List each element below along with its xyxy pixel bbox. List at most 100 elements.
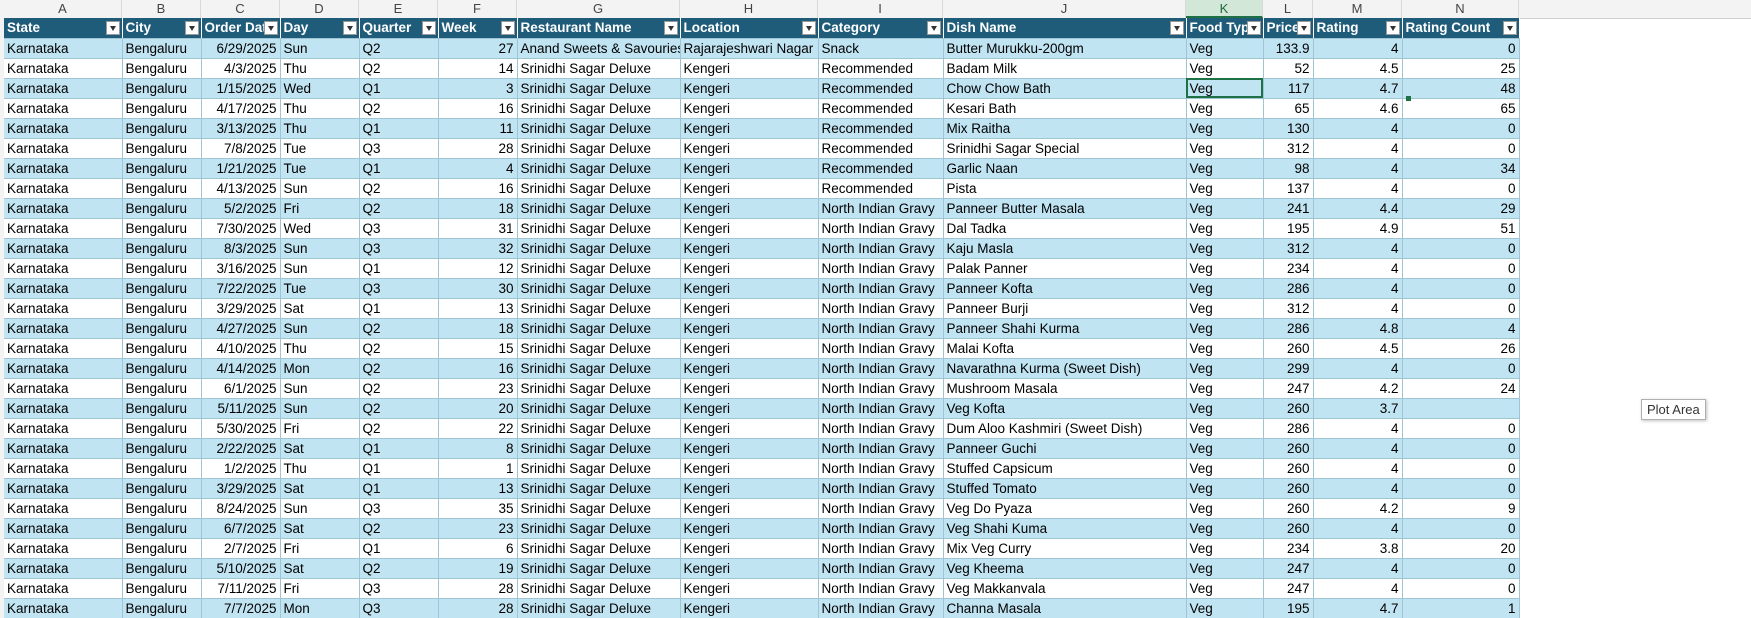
filter-dropdown-icon[interactable] xyxy=(263,21,278,35)
cell[interactable]: 7/30/2025 xyxy=(201,218,281,239)
cell[interactable]: Veg xyxy=(1186,258,1264,279)
cell[interactable]: Kengeri xyxy=(680,518,819,539)
cell[interactable]: 4 xyxy=(1313,578,1403,599)
cell[interactable]: North Indian Gravy xyxy=(818,418,944,439)
cell[interactable]: Badam Milk xyxy=(943,58,1187,79)
cell[interactable]: Bengaluru xyxy=(122,398,202,419)
cell[interactable]: 3/16/2025 xyxy=(201,258,281,279)
cell[interactable]: 4 xyxy=(1313,518,1403,539)
cell[interactable]: Q2 xyxy=(359,358,439,379)
cell[interactable]: Srinidhi Sagar Deluxe xyxy=(517,418,681,439)
header-rating[interactable]: Rating xyxy=(1313,18,1403,39)
cell[interactable]: Mix Raitha xyxy=(943,118,1187,139)
cell[interactable]: Q3 xyxy=(359,238,439,259)
cell[interactable]: Sat xyxy=(280,518,360,539)
header-week[interactable]: Week xyxy=(438,18,518,39)
cell[interactable]: 260 xyxy=(1263,338,1314,359)
column-letter-l[interactable]: L xyxy=(1263,0,1313,18)
cell[interactable]: 4.7 xyxy=(1313,78,1403,99)
cell[interactable]: 98 xyxy=(1263,158,1314,179)
cell[interactable]: Kengeri xyxy=(680,158,819,179)
cell[interactable]: 18 xyxy=(438,198,518,219)
filter-dropdown-icon[interactable] xyxy=(801,21,816,35)
cell[interactable]: 28 xyxy=(438,138,518,159)
cell[interactable]: Srinidhi Sagar Deluxe xyxy=(517,458,681,479)
cell[interactable]: 65 xyxy=(1263,98,1314,119)
cell[interactable]: Srinidhi Sagar Deluxe xyxy=(517,258,681,279)
cell[interactable]: 0 xyxy=(1402,438,1520,459)
cell[interactable]: Thu xyxy=(280,118,360,139)
cell[interactable]: 4 xyxy=(1313,178,1403,199)
cell[interactable]: Karnataka xyxy=(4,38,123,59)
cell[interactable]: 2/7/2025 xyxy=(201,538,281,559)
cell[interactable]: Bengaluru xyxy=(122,418,202,439)
cell[interactable]: Kengeri xyxy=(680,358,819,379)
cell[interactable]: Bengaluru xyxy=(122,338,202,359)
cell[interactable]: Tue xyxy=(280,158,360,179)
cell[interactable]: Veg xyxy=(1186,318,1264,339)
cell[interactable]: Kengeri xyxy=(680,58,819,79)
cell[interactable]: 0 xyxy=(1402,518,1520,539)
cell[interactable]: 8/24/2025 xyxy=(201,498,281,519)
cell[interactable]: 234 xyxy=(1263,258,1314,279)
cell[interactable]: 4.2 xyxy=(1313,378,1403,399)
filter-dropdown-icon[interactable] xyxy=(1169,21,1184,35)
cell[interactable]: Srinidhi Sagar Deluxe xyxy=(517,598,681,618)
cell[interactable]: Veg xyxy=(1186,218,1264,239)
cell[interactable]: 29 xyxy=(1402,198,1520,219)
cell[interactable]: 4 xyxy=(1313,438,1403,459)
cell[interactable]: 4.9 xyxy=(1313,218,1403,239)
cell[interactable]: Srinidhi Sagar Deluxe xyxy=(517,298,681,319)
cell[interactable]: 6/29/2025 xyxy=(201,38,281,59)
cell[interactable]: Karnataka xyxy=(4,338,123,359)
cell[interactable]: Karnataka xyxy=(4,58,123,79)
cell[interactable]: Kengeri xyxy=(680,98,819,119)
cell[interactable]: Thu xyxy=(280,98,360,119)
cell[interactable]: Stuffed Capsicum xyxy=(943,458,1187,479)
cell[interactable]: Srinidhi Sagar Deluxe xyxy=(517,58,681,79)
cell[interactable]: Dal Tadka xyxy=(943,218,1187,239)
cell[interactable]: Kengeri xyxy=(680,318,819,339)
cell[interactable]: 0 xyxy=(1402,358,1520,379)
cell[interactable]: Karnataka xyxy=(4,258,123,279)
cell[interactable]: 3 xyxy=(438,78,518,99)
cell[interactable]: 7/22/2025 xyxy=(201,278,281,299)
cell[interactable]: Veg xyxy=(1186,498,1264,519)
header-quarter[interactable]: Quarter xyxy=(359,18,439,39)
cell[interactable]: Chow Chow Bath xyxy=(943,78,1187,99)
cell[interactable]: 137 xyxy=(1263,178,1314,199)
cell[interactable]: Fri xyxy=(280,198,360,219)
cell[interactable]: 24 xyxy=(1402,378,1520,399)
column-letter-f[interactable]: F xyxy=(438,0,517,18)
cell[interactable]: Veg xyxy=(1186,598,1264,618)
cell[interactable]: Kengeri xyxy=(680,258,819,279)
cell[interactable]: Bengaluru xyxy=(122,258,202,279)
cell[interactable]: Panneer Guchi xyxy=(943,438,1187,459)
cell[interactable]: Q2 xyxy=(359,98,439,119)
cell[interactable]: 3.7 xyxy=(1313,398,1403,419)
cell[interactable]: Q2 xyxy=(359,318,439,339)
cell[interactable]: Bengaluru xyxy=(122,458,202,479)
cell[interactable]: 28 xyxy=(438,578,518,599)
cell[interactable]: Karnataka xyxy=(4,238,123,259)
cell[interactable]: Srinidhi Sagar Deluxe xyxy=(517,498,681,519)
cell[interactable]: Tue xyxy=(280,138,360,159)
cell[interactable]: Wed xyxy=(280,78,360,99)
cell[interactable]: Kesari Bath xyxy=(943,98,1187,119)
cell[interactable]: 4 xyxy=(1402,318,1520,339)
cell[interactable]: Sun xyxy=(280,398,360,419)
cell[interactable]: Sun xyxy=(280,38,360,59)
cell[interactable]: Karnataka xyxy=(4,158,123,179)
cell[interactable]: North Indian Gravy xyxy=(818,558,944,579)
cell[interactable]: 20 xyxy=(1402,538,1520,559)
column-letter-h[interactable]: H xyxy=(680,0,818,18)
column-letter-g[interactable]: G xyxy=(517,0,680,18)
cell[interactable]: 4 xyxy=(1313,558,1403,579)
cell[interactable]: 1 xyxy=(1402,598,1520,618)
cell[interactable]: Veg xyxy=(1186,158,1264,179)
cell[interactable]: Q1 xyxy=(359,458,439,479)
cell[interactable]: 4.8 xyxy=(1313,318,1403,339)
cell[interactable]: 195 xyxy=(1263,598,1314,618)
cell[interactable]: Bengaluru xyxy=(122,478,202,499)
cell[interactable]: Karnataka xyxy=(4,558,123,579)
